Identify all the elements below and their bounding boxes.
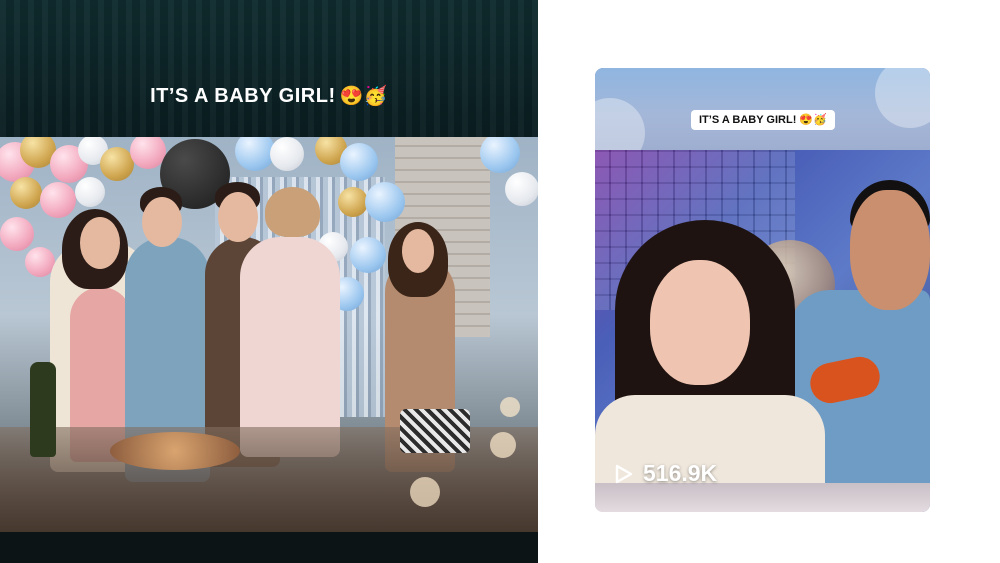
view-count: 516.9K bbox=[615, 460, 717, 487]
main-video-player[interactable]: IT’S A BABY GIRL! 😍🥳 bbox=[0, 0, 538, 563]
person-head bbox=[402, 229, 434, 273]
thumbnail-caption: IT’S A BABY GIRL! 😍🥳 bbox=[691, 110, 835, 130]
person-hair bbox=[265, 187, 320, 237]
divider bbox=[538, 0, 548, 563]
balloon bbox=[480, 137, 520, 173]
video-bottom-band bbox=[0, 532, 538, 563]
person-head bbox=[218, 192, 258, 242]
person-pink-sweater bbox=[240, 237, 340, 457]
food-tray bbox=[110, 432, 240, 470]
wine-bottle bbox=[30, 362, 56, 457]
balloon bbox=[340, 143, 378, 181]
balloon bbox=[100, 147, 134, 181]
balloon bbox=[10, 177, 42, 209]
thumbnail-bottom-band bbox=[595, 483, 930, 512]
patterned-pillow bbox=[400, 409, 470, 453]
curtain-texture bbox=[0, 0, 538, 137]
thumbnail-scene-image bbox=[595, 150, 930, 512]
thumbnail-top-band bbox=[595, 68, 930, 168]
balloon bbox=[0, 217, 34, 251]
balloon bbox=[365, 182, 405, 222]
balloon bbox=[875, 68, 930, 128]
play-icon bbox=[615, 464, 633, 484]
party-scene-image bbox=[0, 137, 538, 532]
balloon bbox=[235, 137, 275, 171]
balloon bbox=[338, 187, 368, 217]
view-count-text: 516.9K bbox=[643, 460, 718, 486]
video-caption: IT’S A BABY GIRL! 😍🥳 bbox=[0, 84, 538, 108]
balloon bbox=[270, 137, 304, 171]
woman-face bbox=[650, 260, 750, 385]
balloon bbox=[505, 172, 538, 206]
bokeh-light bbox=[500, 397, 520, 417]
balloon bbox=[40, 182, 76, 218]
video-thumbnail-card[interactable]: IT’S A BABY GIRL! 😍🥳 516.9K bbox=[595, 68, 930, 512]
bokeh-light bbox=[490, 432, 516, 458]
man-face bbox=[850, 190, 930, 310]
person-head bbox=[80, 217, 120, 269]
caption-text: IT’S A BABY GIRL! bbox=[150, 85, 336, 107]
caption-emoji: 😍🥳 bbox=[339, 86, 388, 107]
balloon bbox=[350, 237, 386, 273]
person-head bbox=[142, 197, 182, 247]
balloon bbox=[75, 177, 105, 207]
bokeh-light bbox=[410, 477, 440, 507]
